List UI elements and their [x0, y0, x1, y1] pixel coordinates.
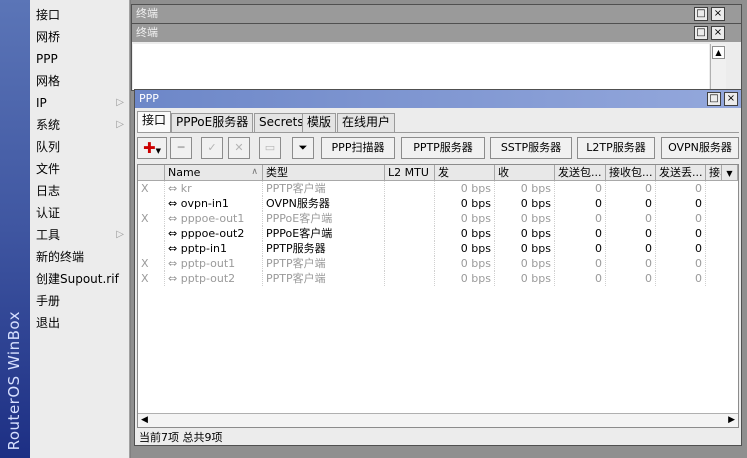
tab-pppoe-servers[interactable]: PPPoE服务器 [171, 113, 254, 132]
ppp-window: PPP □ × 接口 PPPoE服务器 Secrets 模版 在线用户 ✚▼ ━… [134, 89, 742, 446]
submenu-arrow-icon: ▷ [116, 119, 124, 130]
menu-item-ip[interactable]: IP ▷ [30, 92, 130, 114]
interface-icon: ⇔ [168, 182, 178, 195]
terminal-1-close-button[interactable]: × [711, 7, 725, 21]
table-horizontal-scrollbar[interactable]: ◀ ▶ [138, 413, 738, 427]
scroll-left-icon[interactable]: ◀ [141, 414, 148, 427]
column-header-rx[interactable]: 收 [495, 165, 555, 181]
terminal-window-2: 终端 □ × ▲ [131, 23, 742, 91]
menu-item-new-terminal[interactable]: 新的终端 [30, 246, 130, 268]
interface-table: Name ∧ 类型 L2 MTU 发 收 发送包... 接收包... 发送丢...… [137, 164, 739, 428]
terminal-2-scrollbar[interactable]: ▲ [710, 44, 726, 90]
tab-divider [137, 132, 739, 133]
comment-icon: ▭ [264, 141, 276, 154]
ppp-close-button[interactable]: × [724, 92, 738, 106]
menu-item-ppp[interactable]: PPP [30, 48, 130, 70]
sstp-server-button[interactable]: SSTP服务器 [490, 137, 572, 159]
interface-icon: ⇔ [168, 197, 178, 210]
terminal-2-title: 终端 [136, 26, 158, 39]
menu-item-manual[interactable]: 手册 [30, 290, 130, 312]
table-row[interactable]: X ⇔ pptp-out1 PPTP客户端 0 bps 0 bps 0 0 0 [138, 256, 738, 271]
terminal-2-maximize-button[interactable]: □ [694, 26, 708, 40]
cross-icon: ✕ [234, 141, 244, 154]
terminal-1-titlebar[interactable]: 终端 [132, 5, 741, 23]
submenu-arrow-icon: ▷ [116, 97, 124, 108]
table-row[interactable]: X ⇔ pptp-out2 PPTP客户端 0 bps 0 bps 0 0 0 [138, 271, 738, 286]
dropdown-arrow-icon: ▼ [155, 147, 161, 155]
menu-item-radius[interactable]: 认证 [30, 202, 130, 224]
scroll-right-icon[interactable]: ▶ [728, 414, 735, 427]
ppp-title: PPP [139, 92, 159, 105]
enable-button[interactable]: ✓ [201, 137, 223, 159]
pptp-server-button[interactable]: PPTP服务器 [401, 137, 485, 159]
l2tp-server-button[interactable]: L2TP服务器 [577, 137, 655, 159]
table-row[interactable]: X ⇔ pppoe-out1 PPPoE客户端 0 bps 0 bps 0 0 … [138, 211, 738, 226]
ppp-scanner-button[interactable]: PPP扫描器 [321, 137, 395, 159]
menu-item-exit[interactable]: 退出 [30, 312, 130, 334]
interface-icon: ⇔ [168, 212, 178, 225]
check-icon: ✓ [207, 141, 217, 154]
tab-profiles[interactable]: 模版 [302, 113, 337, 132]
terminal-window-1: 终端 □ × [131, 4, 742, 24]
tab-interface[interactable]: 接口 [137, 111, 172, 132]
column-menu-dropdown[interactable]: ▼ [722, 165, 738, 181]
winbox-brand-strip: RouterOS WinBox [0, 0, 30, 458]
table-row[interactable]: ⇔ pppoe-out2 PPPoE客户端 0 bps 0 bps 0 0 0 [138, 226, 738, 241]
main-menu: 接口 网桥 PPP 网格 IP ▷ 系统 ▷ 队列 文件 日志 认证 工具 ▷ 新的终… [30, 0, 130, 458]
terminal-2-console[interactable] [133, 44, 709, 90]
filter-icon: ⏷ [298, 141, 308, 154]
menu-item-make-supout[interactable]: 创建Supout.rif [30, 268, 130, 290]
interface-icon: ⇔ [168, 257, 178, 270]
terminal-1-maximize-button[interactable]: □ [694, 7, 708, 21]
menu-item-mesh[interactable]: 网格 [30, 70, 130, 92]
column-header-tx-packets[interactable]: 发送包... [555, 165, 606, 181]
dropdown-arrow-icon: ▼ [726, 169, 733, 178]
terminal-2-titlebar[interactable]: 终端 [132, 24, 741, 42]
brand-label: RouterOS WinBox [5, 310, 23, 450]
terminal-2-close-button[interactable]: × [711, 26, 725, 40]
menu-item-system[interactable]: 系统 ▷ [30, 114, 130, 136]
interface-icon: ⇔ [168, 272, 178, 285]
column-header-rx-packets[interactable]: 接收包... [606, 165, 656, 181]
status-bar: 当前7项 总共9项 [139, 431, 223, 444]
menu-item-files[interactable]: 文件 [30, 158, 130, 180]
ovpn-server-button[interactable]: OVPN服务器 [661, 137, 739, 159]
disable-button[interactable]: ✕ [228, 137, 250, 159]
add-button[interactable]: ✚▼ [137, 137, 167, 159]
terminal-1-title: 终端 [136, 7, 158, 20]
submenu-arrow-icon: ▷ [116, 229, 124, 240]
tab-secrets[interactable]: Secrets [254, 113, 309, 132]
interface-icon: ⇔ [168, 242, 178, 255]
interface-icon: ⇔ [168, 227, 178, 240]
menu-item-bridge[interactable]: 网桥 [30, 26, 130, 48]
ppp-maximize-button[interactable]: □ [707, 92, 721, 106]
menu-item-interfaces[interactable]: 接口 [30, 4, 130, 26]
menu-item-log[interactable]: 日志 [30, 180, 130, 202]
filter-button[interactable]: ⏷ [292, 137, 314, 159]
column-header-tx[interactable]: 发 [435, 165, 495, 181]
tab-active-connections[interactable]: 在线用户 [337, 113, 396, 132]
menu-item-tools[interactable]: 工具 ▷ [30, 224, 130, 246]
menu-item-queues[interactable]: 队列 [30, 136, 130, 158]
remove-button[interactable]: ━ [170, 137, 192, 159]
table-row[interactable]: ⇔ ovpn-in1 OVPN服务器 0 bps 0 bps 0 0 0 [138, 196, 738, 211]
column-header-name[interactable]: Name ∧ [165, 165, 263, 181]
table-row[interactable]: X ⇔ kr PPTP客户端 0 bps 0 bps 0 0 0 [138, 181, 738, 196]
column-header-rx-drops[interactable]: 接收 [706, 165, 722, 181]
column-header-l2mtu[interactable]: L2 MTU [385, 165, 435, 181]
scroll-up-icon[interactable]: ▲ [712, 46, 725, 59]
sort-arrow-icon: ∧ [251, 167, 258, 177]
minus-icon: ━ [177, 141, 185, 154]
column-header-type[interactable]: 类型 [263, 165, 385, 181]
comment-button[interactable]: ▭ [259, 137, 281, 159]
ppp-titlebar[interactable]: PPP [135, 90, 741, 108]
column-header-flag[interactable] [138, 165, 165, 181]
plus-icon: ✚ [143, 139, 156, 157]
column-header-tx-drops[interactable]: 发送丢... [656, 165, 706, 181]
table-row[interactable]: ⇔ pptp-in1 PPTP服务器 0 bps 0 bps 0 0 0 [138, 241, 738, 256]
